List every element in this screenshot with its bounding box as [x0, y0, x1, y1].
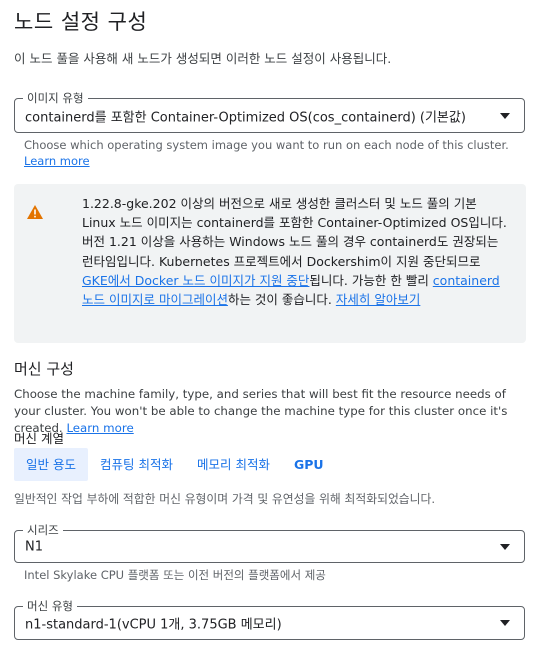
- series-select[interactable]: 시리즈 N1: [14, 522, 525, 563]
- tab-compute-optimized[interactable]: 컴퓨팅 최적화: [88, 448, 185, 481]
- dropdown-caret-icon: [500, 620, 510, 626]
- tab-memory-optimized[interactable]: 메모리 최적화: [185, 448, 282, 481]
- machine-section-description: Choose the machine family, type, and ser…: [14, 386, 534, 437]
- image-type-select[interactable]: 이미지 유형 containerd를 포함한 Container-Optimiz…: [14, 90, 525, 133]
- machine-type-label: 머신 유형: [23, 598, 77, 614]
- dropdown-caret-icon: [500, 543, 510, 550]
- series-label: 시리즈: [23, 522, 63, 538]
- tab-general-purpose[interactable]: 일반 용도: [14, 448, 88, 481]
- page-intro: 이 노드 풀을 사용해 새 노드가 생성되면 이러한 노드 설정이 사용됩니다.: [14, 51, 392, 66]
- image-type-label: 이미지 유형: [23, 90, 88, 106]
- dropdown-caret-icon: [500, 112, 510, 119]
- image-type-value: containerd를 포함한 Container-Optimized OS(c…: [25, 110, 466, 125]
- machine-family-label: 머신 계열: [14, 431, 64, 446]
- image-type-hint: Choose which operating system image you …: [24, 137, 514, 169]
- docker-deprecation-link[interactable]: GKE에서 Docker 노드 이미지가 지원 중단: [82, 273, 309, 288]
- machine-type-value: n1-standard-1(vCPU 1개, 3.75GB 메모리): [25, 617, 282, 633]
- tab-gpu[interactable]: GPU: [282, 448, 336, 481]
- notice-text-1: 1.22.8-gke.202 이상의 버전으로 새로 생성한 클러스터 및 노드…: [82, 196, 507, 269]
- notice-text-2: 됩니다. 가능한 한 빨리: [309, 272, 433, 288]
- image-type-hint-text: Choose which operating system image you …: [24, 138, 509, 152]
- machine-family-description: 일반적인 작업 부하에 적합한 머신 유형이며 가격 및 유연성을 위해 최적화…: [14, 492, 436, 506]
- series-hint: Intel Skylake CPU 플랫폼 또는 이전 버전의 플랫폼에서 제공: [24, 568, 326, 582]
- notice-learn-more-link[interactable]: 자세히 알아보기: [336, 292, 420, 307]
- notice-text-3: 하는 것이 좋습니다.: [227, 292, 336, 308]
- machine-family-tabs: 일반 용도 컴퓨팅 최적화 메모리 최적화 GPU: [14, 448, 336, 481]
- page-title: 노드 설정 구성: [14, 10, 148, 34]
- machine-learn-more-link[interactable]: Learn more: [66, 421, 133, 435]
- warning-icon: [27, 205, 43, 219]
- machine-section-title: 머신 구성: [14, 360, 74, 378]
- notice-text: 1.22.8-gke.202 이상의 버전으로 새로 생성한 클러스터 및 노드…: [82, 194, 510, 309]
- machine-type-select[interactable]: 머신 유형 n1-standard-1(vCPU 1개, 3.75GB 메모리): [14, 598, 525, 640]
- series-value: N1: [25, 539, 43, 554]
- image-type-learn-more-link[interactable]: Learn more: [24, 154, 90, 168]
